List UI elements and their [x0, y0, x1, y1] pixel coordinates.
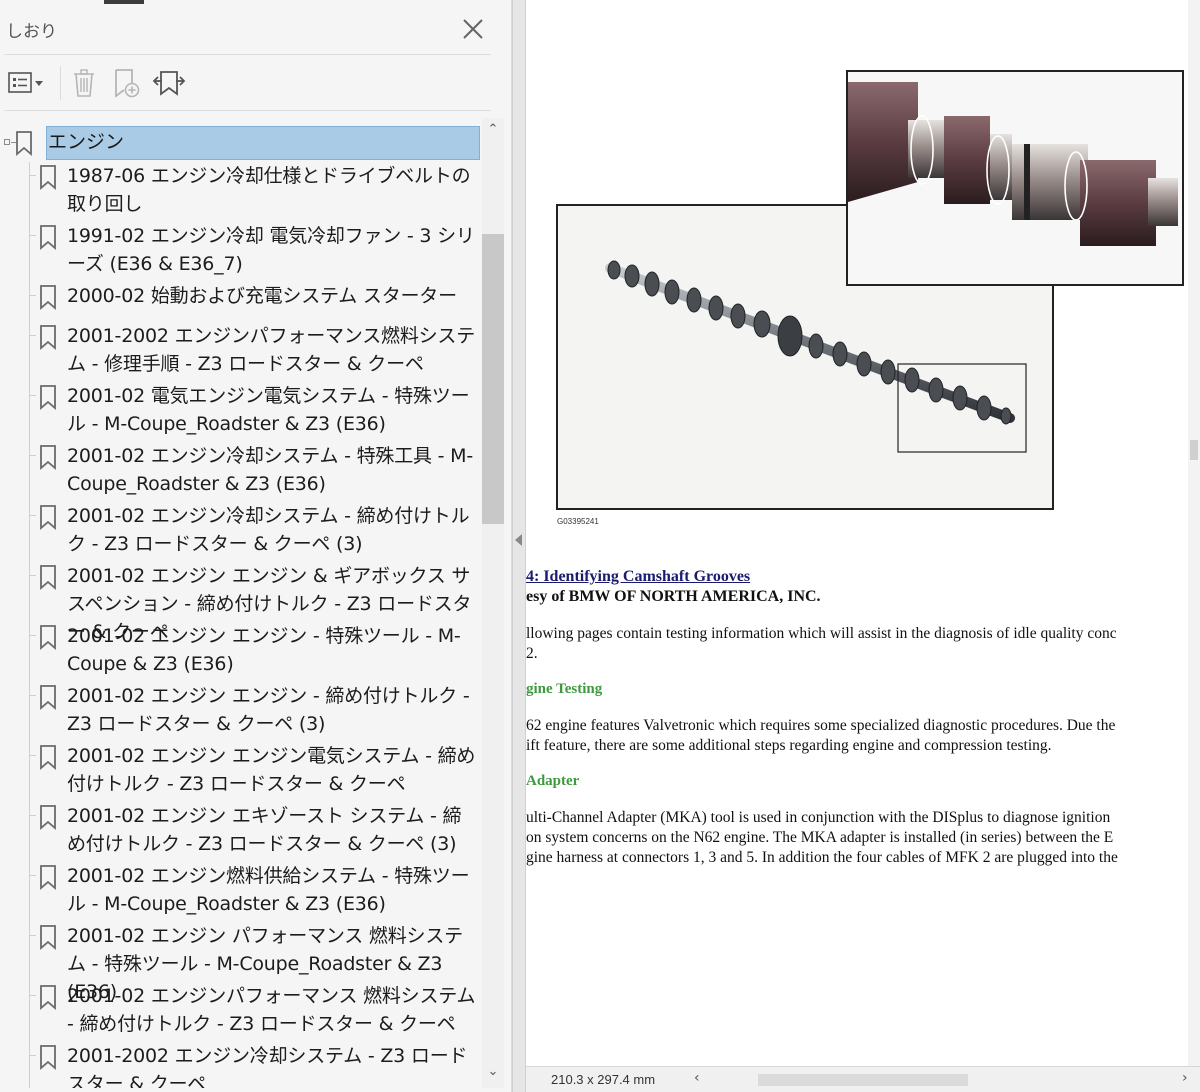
tree-branch-line	[30, 395, 36, 396]
tree-branch-line	[30, 935, 36, 936]
panel-tab-indicator	[104, 0, 144, 4]
tree-guide-line	[29, 162, 30, 1088]
camshaft-detail-photo	[846, 70, 1184, 286]
intro-line-2: 2.	[526, 645, 538, 662]
bookmark-options-icon	[8, 72, 43, 93]
bookmark-icon	[38, 984, 58, 1014]
expand-bookmark-button[interactable]	[150, 64, 188, 102]
bookmark-item-label[interactable]: 2001-02 エンジン エンジン - 締め付けトルク - Z3 ロードスター …	[67, 682, 479, 738]
bookmark-icon	[38, 624, 58, 654]
bookmark-item-label[interactable]: 2000-02 始動および充電システム スターター	[67, 282, 479, 310]
trash-icon	[74, 69, 94, 97]
document-vertical-scrollbar[interactable]	[1188, 0, 1200, 1066]
bookmark-item-label[interactable]: 1991-02 エンジン冷却 電気冷却ファン - 3 シリーズ (E36 & E…	[67, 222, 479, 278]
bookmark-icon	[38, 684, 58, 714]
bookmark-icon	[38, 324, 58, 354]
pdf-viewer-window: しおり エンジン 1987-06 エンジン冷却仕様とドライブベルトの取り回し 1…	[0, 0, 1200, 1092]
bookmark-icon	[38, 804, 58, 834]
bookmark-root-row[interactable]: エンジン	[0, 124, 482, 160]
horizontal-scroll-thumb[interactable]	[758, 1074, 968, 1086]
bookmark-tree: エンジン 1987-06 エンジン冷却仕様とドライブベルトの取り回し 1991-0…	[0, 118, 482, 1088]
close-icon	[463, 19, 483, 39]
toolbar-divider	[4, 110, 491, 111]
para1-line-1: 62 engine features Valvetronic which req…	[526, 717, 1116, 734]
bookmark-icon	[38, 504, 58, 534]
bookmark-item-label[interactable]: 2001-02 エンジン エンジン - 特殊ツール - M-Coupe & Z3…	[67, 622, 479, 678]
bookmark-item-label[interactable]: 2001-02 エンジン冷却システム - 特殊工具 - M-Coupe_Road…	[67, 442, 479, 498]
bookmark-options-button[interactable]	[6, 64, 46, 102]
tree-branch-line	[30, 575, 36, 576]
bookmark-item-label[interactable]: 2001-02 エンジン冷却システム - 締め付けトルク - Z3 ロードスター…	[67, 502, 479, 558]
bookmark-icon	[38, 224, 58, 254]
tree-branch-line	[30, 175, 36, 176]
para2-line-1: ulti-Channel Adapter (MKA) tool is used …	[526, 809, 1111, 826]
header-divider	[4, 54, 491, 55]
bookmark-icon	[38, 564, 58, 594]
bookmark-item-label[interactable]: 2001-02 エンジンパフォーマンス 燃料システム - 締め付けトルク - Z…	[67, 982, 479, 1038]
panel-title: しおり	[6, 22, 57, 42]
bookmarks-panel: しおり エンジン 1987-06 エンジン冷却仕様とドライブベルトの取り回し 1…	[0, 0, 512, 1092]
panel-splitter[interactable]	[512, 0, 526, 1092]
tree-branch-line	[30, 235, 36, 236]
tree-branch-line	[30, 295, 36, 296]
para1-line-2: ift feature, there are some additional s…	[526, 737, 1052, 754]
scroll-down-arrow-icon[interactable]: ⌄	[482, 1064, 504, 1084]
bookmark-scroll-thumb[interactable]	[482, 234, 504, 524]
bookmark-icon	[38, 384, 58, 414]
tree-branch-line	[30, 815, 36, 816]
bookmark-item-label[interactable]: 2001-2002 エンジンパフォーマンス燃料システム - 修理手順 - Z3 …	[67, 322, 479, 378]
tree-branch-line	[30, 755, 36, 756]
tree-branch-line	[30, 1055, 36, 1056]
tree-branch-line	[30, 455, 36, 456]
collapse-panel-arrow-icon[interactable]	[515, 534, 522, 546]
figure-caption-link[interactable]: 4: Identifying Camshaft Grooves	[526, 568, 750, 586]
bookmark-icon	[14, 130, 34, 160]
bookmark-item-label[interactable]: 2001-02 エンジン エキゾースト システム - 締め付けトルク - Z3 …	[67, 802, 479, 858]
para2-line-2: on system concerns on the N62 engine. Th…	[526, 829, 1114, 846]
new-bookmark-button[interactable]	[108, 64, 144, 102]
bookmark-icon	[38, 444, 58, 474]
bookmark-item-label[interactable]: 2001-02 電気エンジン電気システム - 特殊ツール - M-Coupe_R…	[67, 382, 479, 438]
figure-courtesy: esy of BMW OF NORTH AMERICA, INC.	[526, 588, 821, 605]
bookmark-icon	[38, 744, 58, 774]
collapse-toggle-icon[interactable]	[4, 139, 17, 145]
scroll-up-arrow-icon[interactable]: ⌃	[482, 122, 504, 142]
document-scroll-thumb[interactable]	[1190, 440, 1198, 460]
scroll-left-arrow-icon[interactable]: ‹	[694, 1070, 700, 1086]
toolbar-separator	[60, 66, 61, 100]
scroll-right-arrow-icon[interactable]: ›	[1182, 1070, 1188, 1086]
bookmark-root-label[interactable]: エンジン	[46, 126, 480, 160]
tree-branch-line	[30, 515, 36, 516]
figure-id: G03395241	[557, 517, 599, 526]
bookmark-icon	[38, 164, 58, 194]
status-bar: 210.3 x 297.4 mm ‹ ›	[526, 1066, 1200, 1092]
para2-line-3: gine harness at connectors 1, 3 and 5. I…	[526, 849, 1118, 866]
expand-bookmark-icon	[152, 71, 186, 96]
bookmark-icon	[38, 284, 58, 314]
bookmark-item-label[interactable]: 2001-2002 エンジン冷却システム - Z3 ロードスター & クーペ	[67, 1042, 479, 1088]
tree-branch-line	[30, 695, 36, 696]
bookmark-item-label[interactable]: 2001-02 エンジン エンジン電気システム - 締め付けトルク - Z3 ロ…	[67, 742, 479, 798]
section-heading-adapter: Adapter	[526, 773, 580, 789]
tree-branch-line	[30, 635, 36, 636]
tree-branch-line	[30, 995, 36, 996]
delete-bookmark-button[interactable]	[68, 64, 100, 102]
tree-branch-line	[30, 335, 36, 336]
bookmark-scrollbar[interactable]: ⌃ ⌄	[482, 118, 504, 1088]
intro-line-1: llowing pages contain testing informatio…	[526, 625, 1117, 642]
section-heading-engine-testing: gine Testing	[526, 681, 603, 697]
tree-branch-line	[30, 875, 36, 876]
bookmark-icon	[38, 864, 58, 894]
close-panel-button[interactable]	[458, 14, 488, 44]
bookmark-icon	[38, 924, 58, 954]
new-bookmark-icon	[115, 69, 140, 98]
page-size-readout: 210.3 x 297.4 mm	[551, 1072, 656, 1087]
bookmark-item-label[interactable]: 2001-02 エンジン燃料供給システム - 特殊ツール - M-Coupe_R…	[67, 862, 479, 918]
bookmark-item-label[interactable]: 1987-06 エンジン冷却仕様とドライブベルトの取り回し	[67, 162, 479, 218]
bookmark-icon	[38, 1044, 58, 1074]
